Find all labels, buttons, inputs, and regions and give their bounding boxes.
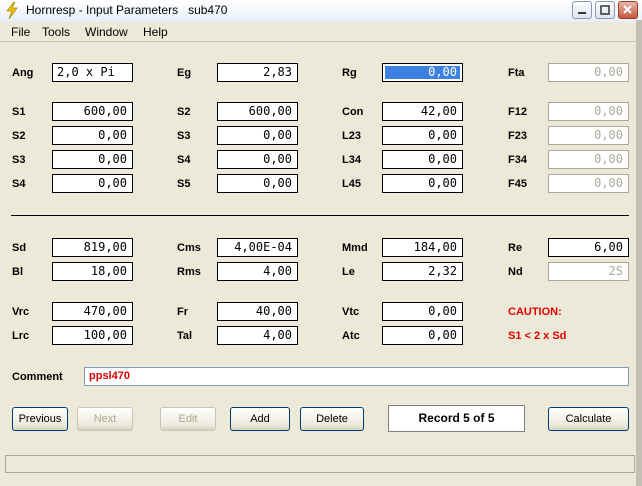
field-cms[interactable]: 4,00E-04 — [217, 238, 298, 257]
record-status: Record 5 of 5 — [388, 405, 525, 432]
status-bar — [5, 455, 635, 473]
label-lrc: Lrc — [12, 330, 30, 342]
close-icon[interactable] — [618, 1, 638, 19]
field-fr[interactable]: 40,00 — [217, 302, 298, 321]
field-le[interactable]: 2,32 — [382, 262, 463, 281]
add-button[interactable]: Add — [230, 407, 290, 431]
menu-window[interactable]: Window — [85, 25, 128, 39]
field-vtc[interactable]: 0,00 — [382, 302, 463, 321]
label-f45: F45 — [508, 178, 527, 190]
label-sd: Sd — [12, 242, 27, 254]
field-f23: 0,00 — [548, 126, 629, 145]
field-s3-left[interactable]: 0,00 — [52, 150, 133, 169]
label-l23: L23 — [342, 130, 361, 142]
label-con: Con — [342, 106, 364, 118]
field-l45[interactable]: 0,00 — [382, 174, 463, 193]
menu-help[interactable]: Help — [143, 25, 168, 39]
field-s2-left[interactable]: 0,00 — [52, 126, 133, 145]
field-s4-right[interactable]: 0,00 — [217, 150, 298, 169]
previous-button[interactable]: Previous — [12, 407, 68, 431]
field-con[interactable]: 42,00 — [382, 102, 463, 121]
label-s1: S1 — [12, 106, 26, 118]
field-f45: 0,00 — [548, 174, 629, 193]
field-sd[interactable]: 819,00 — [52, 238, 133, 257]
label-comment: Comment — [12, 371, 63, 383]
label-vrc: Vrc — [12, 306, 30, 318]
window-title: Hornresp - Input Parameters sub470 — [26, 3, 228, 17]
label-ang: Ang — [12, 67, 34, 79]
label-f34: F34 — [508, 154, 527, 166]
label-s3-left: S3 — [12, 154, 26, 166]
field-s1[interactable]: 600,00 — [52, 102, 133, 121]
label-s4-right: S4 — [177, 154, 191, 166]
label-s5: S5 — [177, 178, 191, 190]
label-rms: Rms — [177, 266, 201, 278]
label-f12: F12 — [508, 106, 527, 118]
field-tal[interactable]: 4,00 — [217, 326, 298, 345]
label-cms: Cms — [177, 242, 201, 254]
label-l45: L45 — [342, 178, 361, 190]
delete-button[interactable]: Delete — [300, 407, 364, 431]
field-f34: 0,00 — [548, 150, 629, 169]
field-rg-value: 0,00 — [428, 65, 457, 79]
field-mmd[interactable]: 184,00 — [382, 238, 463, 257]
field-bl[interactable]: 18,00 — [52, 262, 133, 281]
field-s3-right[interactable]: 0,00 — [217, 126, 298, 145]
label-s2-left: S2 — [12, 130, 26, 142]
caution-message: S1 < 2 x Sd — [508, 330, 567, 342]
field-atc[interactable]: 0,00 — [382, 326, 463, 345]
label-s4-left: S4 — [12, 178, 26, 190]
label-re: Re — [508, 242, 523, 254]
label-atc: Atc — [342, 330, 360, 342]
window-edge — [636, 20, 642, 486]
label-fta: Fta — [508, 67, 525, 79]
label-bl: Bl — [12, 266, 23, 278]
field-l34[interactable]: 0,00 — [382, 150, 463, 169]
caution-title: CAUTION: — [508, 306, 562, 318]
field-f12: 0,00 — [548, 102, 629, 121]
calculate-button[interactable]: Calculate — [548, 407, 629, 431]
field-re[interactable]: 6,00 — [548, 238, 629, 257]
menu-file[interactable]: File — [11, 25, 30, 39]
label-vtc: Vtc — [342, 306, 360, 318]
hornresp-lightning-icon — [4, 1, 20, 20]
label-nd: Nd — [508, 266, 523, 278]
label-s3-right: S3 — [177, 130, 191, 142]
label-tal: Tal — [177, 330, 193, 342]
comment-field[interactable]: ppsl470 — [84, 367, 629, 386]
label-rg: Rg — [342, 67, 357, 79]
field-nd: 2S — [548, 262, 629, 281]
label-s2-right: S2 — [177, 106, 191, 118]
field-eg[interactable]: 2,83 — [217, 63, 298, 82]
section-divider — [11, 215, 629, 216]
menu-bar: File Tools Window Help — [0, 22, 642, 42]
field-vrc[interactable]: 470,00 — [52, 302, 133, 321]
field-rms[interactable]: 4,00 — [217, 262, 298, 281]
maximize-icon[interactable] — [595, 1, 615, 19]
field-fta: 0,00 — [548, 63, 629, 82]
menu-tools[interactable]: Tools — [42, 25, 70, 39]
label-fr: Fr — [177, 306, 188, 318]
label-mmd: Mmd — [342, 242, 368, 254]
field-s4-left[interactable]: 0,00 — [52, 174, 133, 193]
field-lrc[interactable]: 100,00 — [52, 326, 133, 345]
title-bar[interactable]: Hornresp - Input Parameters sub470 — [0, 0, 642, 23]
label-le: Le — [342, 266, 355, 278]
minimize-icon[interactable] — [572, 1, 592, 19]
field-s2-right[interactable]: 600,00 — [217, 102, 298, 121]
field-ang[interactable]: 2,0 x Pi — [52, 63, 133, 82]
label-f23: F23 — [508, 130, 527, 142]
next-button[interactable]: Next — [77, 407, 133, 431]
field-l23[interactable]: 0,00 — [382, 126, 463, 145]
label-l34: L34 — [342, 154, 361, 166]
edit-button[interactable]: Edit — [160, 407, 216, 431]
field-rg[interactable]: 0,00 — [382, 63, 463, 82]
field-s5[interactable]: 0,00 — [217, 174, 298, 193]
label-eg: Eg — [177, 67, 192, 79]
